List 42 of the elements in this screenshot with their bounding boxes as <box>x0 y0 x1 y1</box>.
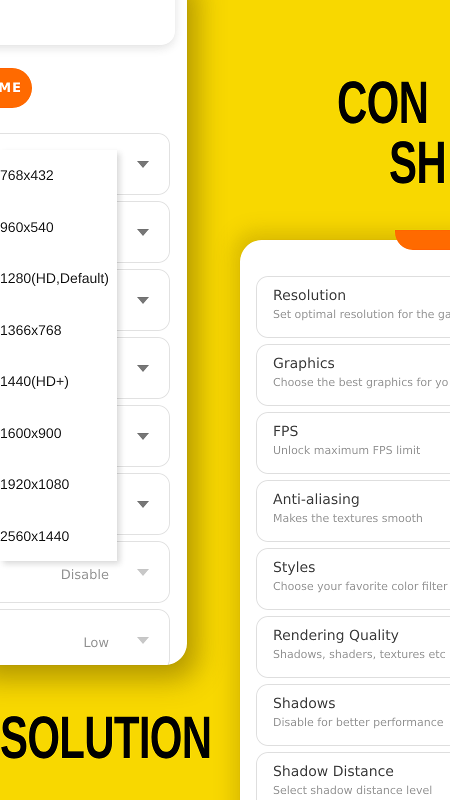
caret-icon <box>137 636 149 644</box>
menu-option[interactable]: 768x432 <box>0 167 117 218</box>
setting-description: Unlock maximum FPS limit <box>273 444 422 457</box>
setting-title: Shadow Distance <box>273 764 395 780</box>
setting-description: Choose the best graphics for yo <box>273 376 450 389</box>
menu-option[interactable]: 960x540 <box>0 218 117 270</box>
dropdown-value: Disable <box>60 568 109 582</box>
dropdown-value: Low <box>83 636 109 650</box>
caret-icon <box>137 568 149 576</box>
setting-title: FPS <box>273 424 300 440</box>
headline-text: CON <box>337 73 430 133</box>
caret-icon <box>137 296 149 304</box>
menu-option[interactable]: 1280(HD,Default) <box>0 270 117 322</box>
menu-option[interactable]: 1920x1080 <box>0 476 117 528</box>
setting-card[interactable]: Anti-aliasing Makes the textures smooth <box>256 480 450 542</box>
caret-icon <box>137 432 149 440</box>
menu-option[interactable]: 1366x768 <box>0 322 117 373</box>
setting-title: Shadows <box>273 696 337 712</box>
setting-card[interactable]: Styles Choose your favorite color filter <box>256 548 450 610</box>
setting-title: Rendering Quality <box>273 628 400 644</box>
setting-description: Choose your favorite color filter <box>273 580 449 593</box>
caption-text: SOLUTION <box>0 708 212 768</box>
setting-card[interactable]: Shadows Disable for better performance <box>256 684 450 746</box>
setting-description: Disable for better performance <box>273 716 445 729</box>
caret-icon <box>137 160 149 168</box>
menu-option[interactable]: 1600x900 <box>0 424 117 476</box>
setting-title: Resolution <box>273 288 348 304</box>
caret-icon <box>137 500 149 508</box>
caret-icon <box>137 228 149 236</box>
setting-card[interactable]: FPS Unlock maximum FPS limit <box>256 412 450 474</box>
headline-text: SH <box>389 133 446 193</box>
setting-title: Anti-aliasing <box>273 492 361 508</box>
setting-description: Shadows, shaders, textures etc <box>273 648 447 661</box>
caret-icon <box>137 364 149 372</box>
setting-title: Styles <box>273 560 316 576</box>
setting-card[interactable]: Rendering Quality Shadows, shaders, textures etc <box>256 616 450 678</box>
setting-card[interactable]: Graphics Choose the best graphics for yo <box>256 344 450 406</box>
setting-description: Makes the textures smooth <box>273 512 424 525</box>
setting-description: Select shadow distance level <box>273 784 434 797</box>
setting-title: Graphics <box>273 356 336 372</box>
setting-card[interactable]: Shadow Distance Select shadow distance level <box>256 752 450 800</box>
menu-option[interactable]: 1440(HD+) <box>0 373 117 424</box>
